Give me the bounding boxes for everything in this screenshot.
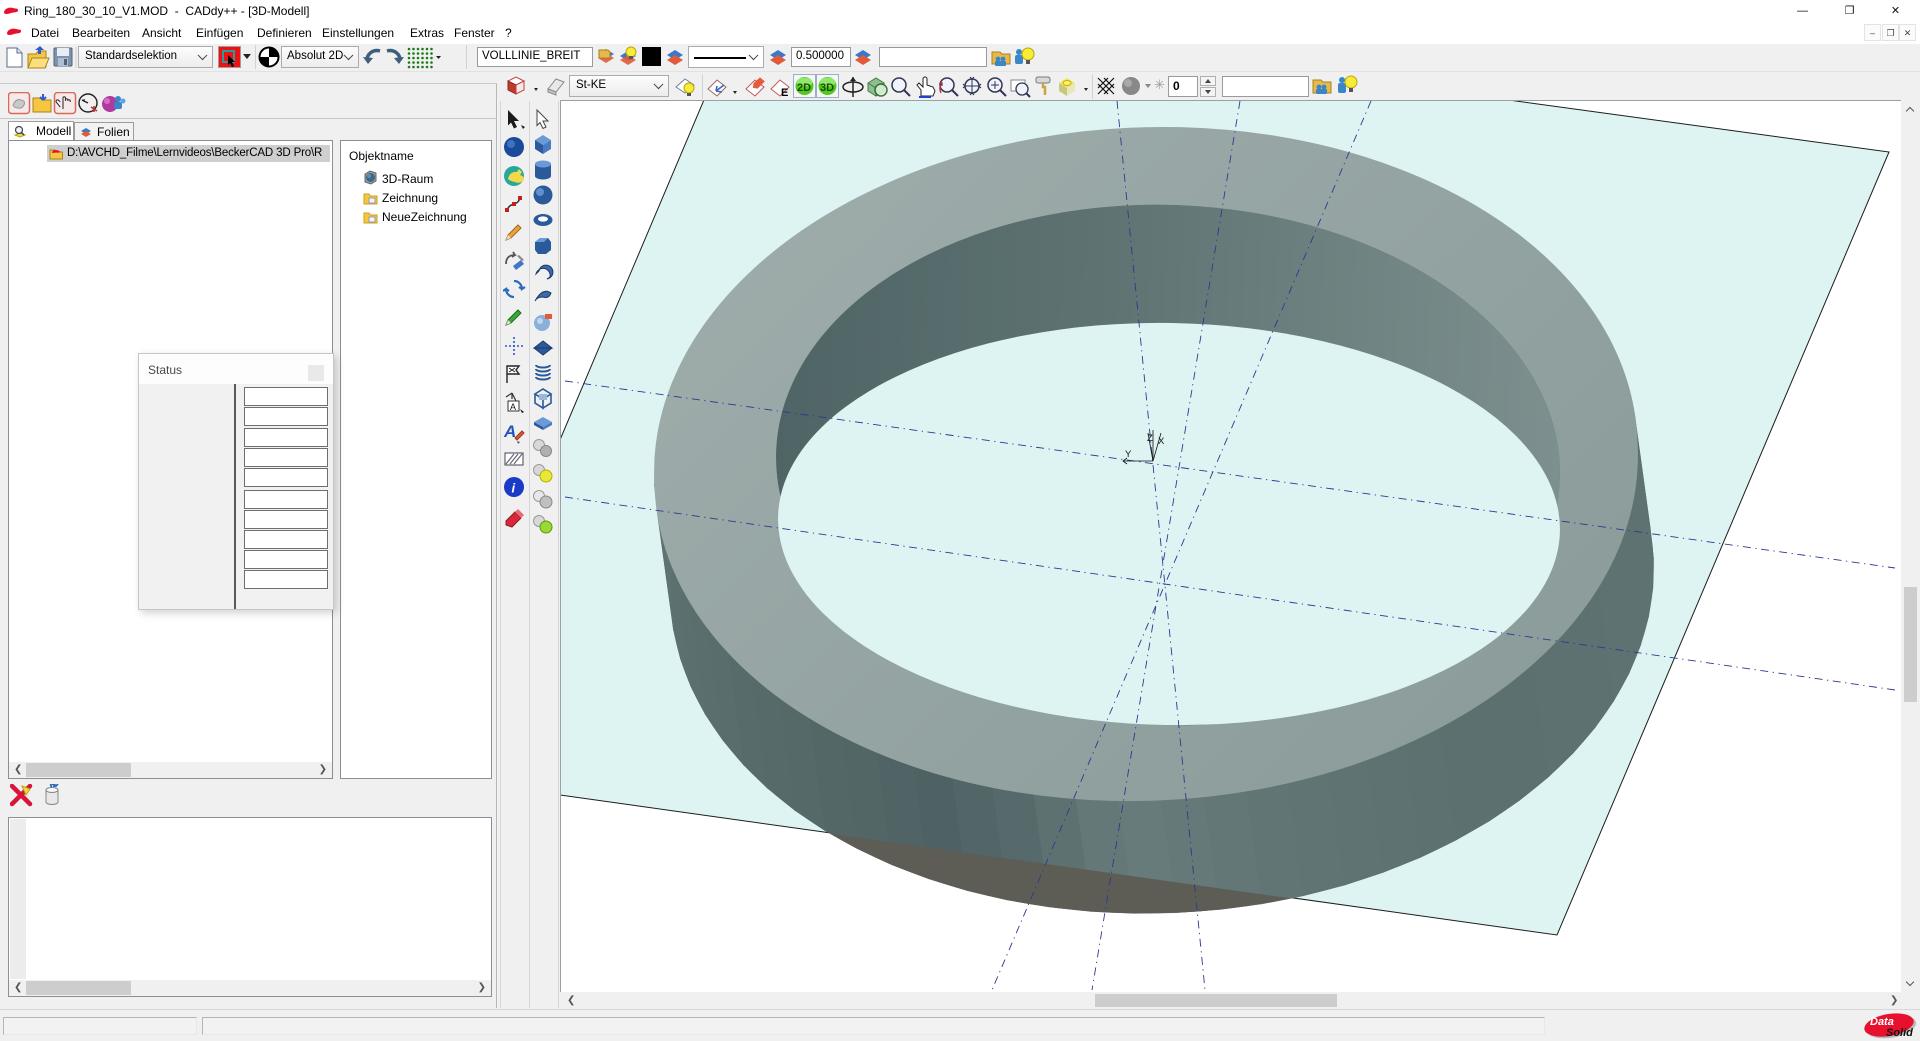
svg-text:Z: Z [1147, 433, 1153, 444]
svg-text:A: A [510, 402, 516, 412]
svg-text:A: A [503, 422, 516, 441]
svg-text:Y: Y [1125, 449, 1132, 460]
svg-text:2D: 2D [797, 82, 811, 94]
svg-text:i: i [512, 481, 516, 496]
svg-text:X: X [1158, 436, 1165, 447]
svg-text:Solid: Solid [1886, 1027, 1913, 1039]
svg-text:E: E [781, 87, 788, 98]
svg-text:3D: 3D [820, 82, 834, 94]
